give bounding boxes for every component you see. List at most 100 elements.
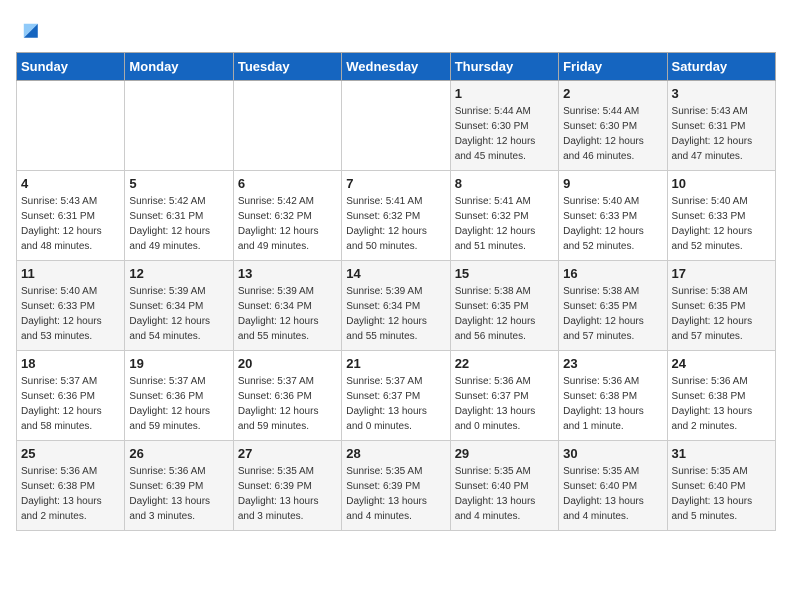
day-number: 2 <box>563 86 662 101</box>
calendar-cell: 1 Sunrise: 5:44 AMSunset: 6:30 PMDaylight… <box>450 81 558 171</box>
day-info: Sunrise: 5:35 AMSunset: 6:40 PMDaylight:… <box>563 464 662 524</box>
day-info: Sunrise: 5:38 AMSunset: 6:35 PMDaylight:… <box>672 284 771 344</box>
day-info: Sunrise: 5:37 AMSunset: 6:36 PMDaylight:… <box>238 374 337 434</box>
day-number: 23 <box>563 356 662 371</box>
calendar-cell: 3 Sunrise: 5:43 AMSunset: 6:31 PMDaylight… <box>667 81 775 171</box>
day-number: 25 <box>21 446 120 461</box>
week-row-2: 4 Sunrise: 5:43 AMSunset: 6:31 PMDaylight… <box>17 171 776 261</box>
calendar-cell: 25 Sunrise: 5:36 AMSunset: 6:38 PMDayligh… <box>17 441 125 531</box>
day-info: Sunrise: 5:43 AMSunset: 6:31 PMDaylight:… <box>21 194 120 254</box>
day-number: 24 <box>672 356 771 371</box>
day-info: Sunrise: 5:41 AMSunset: 6:32 PMDaylight:… <box>455 194 554 254</box>
day-number: 13 <box>238 266 337 281</box>
week-row-3: 11 Sunrise: 5:40 AMSunset: 6:33 PMDayligh… <box>17 261 776 351</box>
day-info: Sunrise: 5:39 AMSunset: 6:34 PMDaylight:… <box>346 284 445 344</box>
day-info: Sunrise: 5:39 AMSunset: 6:34 PMDaylight:… <box>238 284 337 344</box>
calendar-cell: 15 Sunrise: 5:38 AMSunset: 6:35 PMDayligh… <box>450 261 558 351</box>
day-number: 26 <box>129 446 228 461</box>
weekday-header-wednesday: Wednesday <box>342 53 450 81</box>
day-info: Sunrise: 5:40 AMSunset: 6:33 PMDaylight:… <box>21 284 120 344</box>
day-number: 5 <box>129 176 228 191</box>
day-number: 9 <box>563 176 662 191</box>
calendar-cell: 26 Sunrise: 5:36 AMSunset: 6:39 PMDayligh… <box>125 441 233 531</box>
calendar-cell: 29 Sunrise: 5:35 AMSunset: 6:40 PMDayligh… <box>450 441 558 531</box>
day-info: Sunrise: 5:39 AMSunset: 6:34 PMDaylight:… <box>129 284 228 344</box>
day-number: 22 <box>455 356 554 371</box>
day-number: 1 <box>455 86 554 101</box>
calendar-cell: 30 Sunrise: 5:35 AMSunset: 6:40 PMDayligh… <box>559 441 667 531</box>
calendar-cell <box>233 81 341 171</box>
day-number: 16 <box>563 266 662 281</box>
day-info: Sunrise: 5:35 AMSunset: 6:39 PMDaylight:… <box>346 464 445 524</box>
day-number: 10 <box>672 176 771 191</box>
weekday-header-row: SundayMondayTuesdayWednesdayThursdayFrid… <box>17 53 776 81</box>
week-row-1: 1 Sunrise: 5:44 AMSunset: 6:30 PMDaylight… <box>17 81 776 171</box>
day-number: 11 <box>21 266 120 281</box>
day-info: Sunrise: 5:38 AMSunset: 6:35 PMDaylight:… <box>563 284 662 344</box>
week-row-5: 25 Sunrise: 5:36 AMSunset: 6:38 PMDayligh… <box>17 441 776 531</box>
page-header <box>16 16 776 44</box>
day-number: 14 <box>346 266 445 281</box>
day-info: Sunrise: 5:38 AMSunset: 6:35 PMDaylight:… <box>455 284 554 344</box>
calendar-cell: 10 Sunrise: 5:40 AMSunset: 6:33 PMDayligh… <box>667 171 775 261</box>
day-info: Sunrise: 5:40 AMSunset: 6:33 PMDaylight:… <box>563 194 662 254</box>
calendar-cell: 8 Sunrise: 5:41 AMSunset: 6:32 PMDaylight… <box>450 171 558 261</box>
day-info: Sunrise: 5:35 AMSunset: 6:40 PMDaylight:… <box>672 464 771 524</box>
day-info: Sunrise: 5:44 AMSunset: 6:30 PMDaylight:… <box>563 104 662 164</box>
calendar-cell: 23 Sunrise: 5:36 AMSunset: 6:38 PMDayligh… <box>559 351 667 441</box>
day-info: Sunrise: 5:35 AMSunset: 6:39 PMDaylight:… <box>238 464 337 524</box>
logo-icon <box>16 16 44 44</box>
calendar-cell: 12 Sunrise: 5:39 AMSunset: 6:34 PMDayligh… <box>125 261 233 351</box>
day-info: Sunrise: 5:36 AMSunset: 6:38 PMDaylight:… <box>563 374 662 434</box>
day-number: 29 <box>455 446 554 461</box>
calendar-cell: 9 Sunrise: 5:40 AMSunset: 6:33 PMDaylight… <box>559 171 667 261</box>
day-number: 8 <box>455 176 554 191</box>
day-info: Sunrise: 5:43 AMSunset: 6:31 PMDaylight:… <box>672 104 771 164</box>
calendar-cell: 22Sunrise: 5:36 AMSunset: 6:37 PMDayligh… <box>450 351 558 441</box>
calendar-cell: 27 Sunrise: 5:35 AMSunset: 6:39 PMDayligh… <box>233 441 341 531</box>
week-row-4: 18Sunrise: 5:37 AMSunset: 6:36 PMDayligh… <box>17 351 776 441</box>
day-info: Sunrise: 5:41 AMSunset: 6:32 PMDaylight:… <box>346 194 445 254</box>
day-number: 20 <box>238 356 337 371</box>
calendar-cell: 14 Sunrise: 5:39 AMSunset: 6:34 PMDayligh… <box>342 261 450 351</box>
calendar-table: SundayMondayTuesdayWednesdayThursdayFrid… <box>16 52 776 531</box>
calendar-cell: 4 Sunrise: 5:43 AMSunset: 6:31 PMDaylight… <box>17 171 125 261</box>
weekday-header-saturday: Saturday <box>667 53 775 81</box>
weekday-header-tuesday: Tuesday <box>233 53 341 81</box>
day-number: 4 <box>21 176 120 191</box>
calendar-cell: 6Sunrise: 5:42 AMSunset: 6:32 PMDaylight… <box>233 171 341 261</box>
day-info: Sunrise: 5:37 AMSunset: 6:36 PMDaylight:… <box>21 374 120 434</box>
calendar-cell: 5 Sunrise: 5:42 AMSunset: 6:31 PMDaylight… <box>125 171 233 261</box>
day-info: Sunrise: 5:35 AMSunset: 6:40 PMDaylight:… <box>455 464 554 524</box>
calendar-cell: 31Sunrise: 5:35 AMSunset: 6:40 PMDayligh… <box>667 441 775 531</box>
logo <box>16 16 48 44</box>
day-info: Sunrise: 5:36 AMSunset: 6:38 PMDaylight:… <box>21 464 120 524</box>
day-number: 21 <box>346 356 445 371</box>
day-number: 17 <box>672 266 771 281</box>
calendar-cell: 13 Sunrise: 5:39 AMSunset: 6:34 PMDayligh… <box>233 261 341 351</box>
day-number: 15 <box>455 266 554 281</box>
day-info: Sunrise: 5:36 AMSunset: 6:38 PMDaylight:… <box>672 374 771 434</box>
calendar-cell <box>125 81 233 171</box>
day-info: Sunrise: 5:44 AMSunset: 6:30 PMDaylight:… <box>455 104 554 164</box>
day-info: Sunrise: 5:37 AMSunset: 6:36 PMDaylight:… <box>129 374 228 434</box>
day-number: 19 <box>129 356 228 371</box>
calendar-cell: 19 Sunrise: 5:37 AMSunset: 6:36 PMDayligh… <box>125 351 233 441</box>
day-info: Sunrise: 5:36 AMSunset: 6:39 PMDaylight:… <box>129 464 228 524</box>
day-number: 30 <box>563 446 662 461</box>
day-info: Sunrise: 5:37 AMSunset: 6:37 PMDaylight:… <box>346 374 445 434</box>
day-number: 27 <box>238 446 337 461</box>
weekday-header-thursday: Thursday <box>450 53 558 81</box>
calendar-cell: 21 Sunrise: 5:37 AMSunset: 6:37 PMDayligh… <box>342 351 450 441</box>
calendar-cell: 2 Sunrise: 5:44 AMSunset: 6:30 PMDaylight… <box>559 81 667 171</box>
day-number: 3 <box>672 86 771 101</box>
weekday-header-friday: Friday <box>559 53 667 81</box>
day-number: 28 <box>346 446 445 461</box>
day-number: 12 <box>129 266 228 281</box>
day-number: 7 <box>346 176 445 191</box>
day-info: Sunrise: 5:42 AMSunset: 6:31 PMDaylight:… <box>129 194 228 254</box>
day-info: Sunrise: 5:40 AMSunset: 6:33 PMDaylight:… <box>672 194 771 254</box>
calendar-cell: 16 Sunrise: 5:38 AMSunset: 6:35 PMDayligh… <box>559 261 667 351</box>
calendar-cell: 11 Sunrise: 5:40 AMSunset: 6:33 PMDayligh… <box>17 261 125 351</box>
calendar-cell: 24 Sunrise: 5:36 AMSunset: 6:38 PMDayligh… <box>667 351 775 441</box>
